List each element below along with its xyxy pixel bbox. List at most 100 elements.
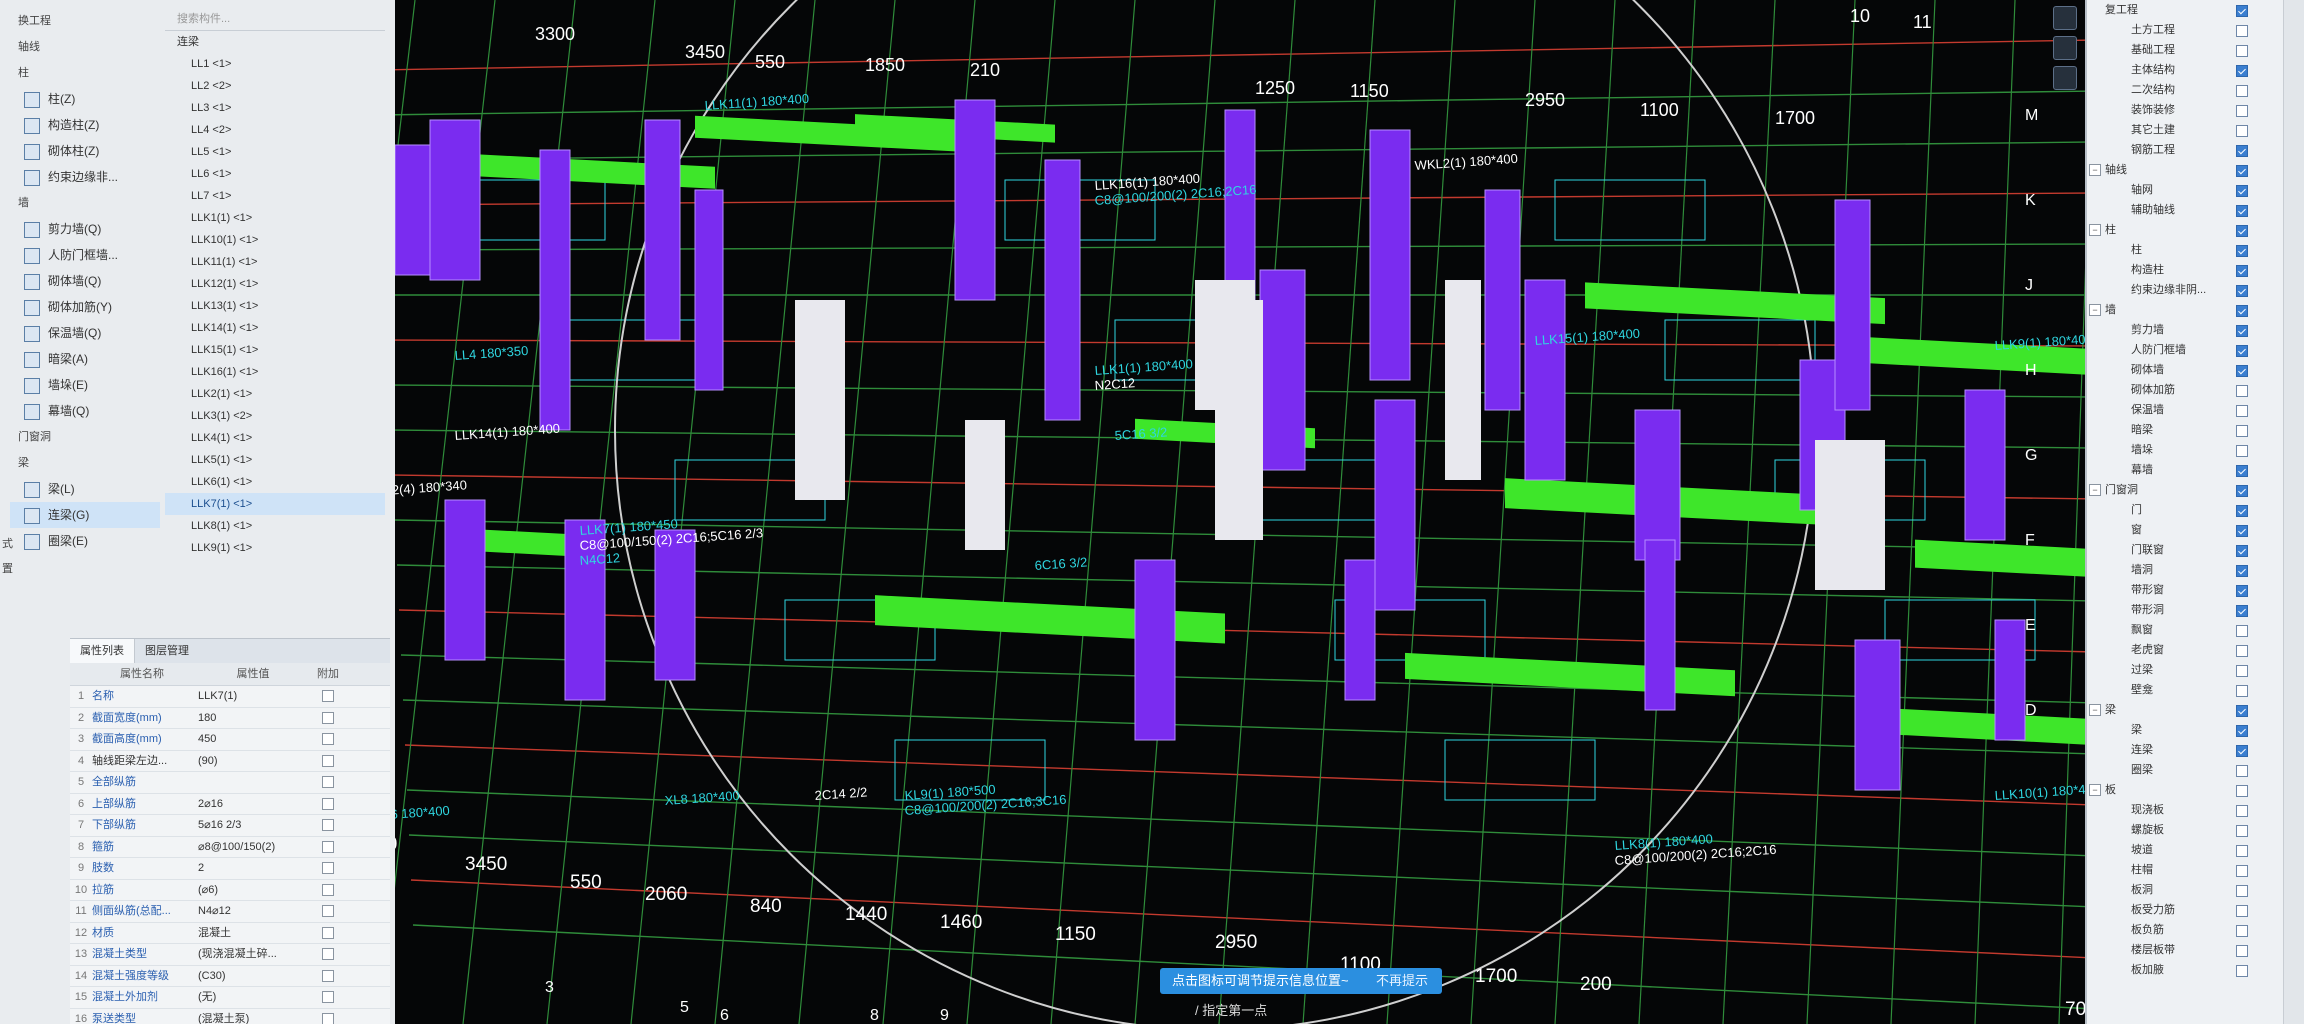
layer-visibility-checkbox[interactable] [2236, 125, 2248, 137]
layer-visibility-checkbox[interactable] [2236, 85, 2248, 97]
tree-item[interactable]: 约束边缘非... [10, 164, 160, 190]
attach-checkbox[interactable] [322, 969, 334, 982]
layer-visibility-checkbox[interactable] [2236, 5, 2248, 17]
layer-row[interactable]: 墙垛 [2087, 440, 2284, 460]
property-value[interactable]: (无) [192, 987, 308, 1008]
layer-visibility-checkbox[interactable] [2236, 25, 2248, 37]
property-value[interactable] [192, 772, 308, 793]
layer-row[interactable]: 构造柱 [2087, 260, 2284, 280]
component-item[interactable]: LL3 <1> [165, 97, 385, 119]
property-row[interactable]: 14 混凝土强度等级 (C30) [70, 966, 390, 987]
layer-visibility-checkbox[interactable] [2236, 265, 2248, 277]
tree-section[interactable]: 墙 [10, 190, 160, 216]
tree-item[interactable]: 剪力墙(Q) [10, 216, 160, 242]
tab-layer-management[interactable]: 图层管理 [135, 639, 199, 663]
layer-row[interactable]: 暗梁 [2087, 420, 2284, 440]
tree-item[interactable]: 柱(Z) [10, 86, 160, 112]
layer-visibility-checkbox[interactable] [2236, 885, 2248, 897]
layer-row[interactable]: − 梁 [2087, 700, 2284, 720]
layer-visibility-checkbox[interactable] [2236, 745, 2248, 757]
layer-visibility-checkbox[interactable] [2236, 765, 2248, 777]
layer-visibility-checkbox[interactable] [2236, 705, 2248, 717]
component-item[interactable]: LL7 <1> [165, 185, 385, 207]
tree-item[interactable]: 墙垛(E) [10, 372, 160, 398]
layer-row[interactable]: 圈梁 [2087, 760, 2284, 780]
layer-visibility-checkbox[interactable] [2236, 405, 2248, 417]
attach-checkbox[interactable] [322, 926, 334, 939]
property-value[interactable]: 2⌀16 [192, 794, 308, 815]
layer-visibility-checkbox[interactable] [2236, 845, 2248, 857]
layer-row[interactable]: − 门窗洞 [2087, 480, 2284, 500]
layer-row[interactable]: 剪力墙 [2087, 320, 2284, 340]
property-row[interactable]: 9 肢数 2 [70, 858, 390, 880]
layer-visibility-checkbox[interactable] [2236, 285, 2248, 297]
layer-visibility-checkbox[interactable] [2236, 205, 2248, 217]
attach-checkbox[interactable] [322, 840, 334, 853]
layer-row[interactable]: 坡道 [2087, 840, 2284, 860]
tree-section[interactable]: 门窗洞 [10, 424, 160, 450]
layer-visibility-checkbox[interactable] [2236, 305, 2248, 317]
layer-visibility-checkbox[interactable] [2236, 245, 2248, 257]
hint-bubble[interactable]: 点击图标可调节提示信息位置~ 不再提示 [1160, 968, 1442, 994]
layer-row[interactable]: 过梁 [2087, 660, 2284, 680]
layer-row[interactable]: 窗 [2087, 520, 2284, 540]
layer-row[interactable]: 其它土建 [2087, 120, 2284, 140]
component-item[interactable]: LLK12(1) <1> [165, 273, 385, 295]
layer-row[interactable]: 连梁 [2087, 740, 2284, 760]
layer-row[interactable]: 板受力筋 [2087, 900, 2284, 920]
layer-row[interactable]: − 墙 [2087, 300, 2284, 320]
layer-row[interactable]: 老虎窗 [2087, 640, 2284, 660]
layer-visibility-checkbox[interactable] [2236, 825, 2248, 837]
layer-visibility-checkbox[interactable] [2236, 485, 2248, 497]
component-item[interactable]: LLK7(1) <1> [165, 493, 385, 515]
component-item[interactable]: LLK4(1) <1> [165, 427, 385, 449]
layer-visibility-checkbox[interactable] [2236, 445, 2248, 457]
layer-row[interactable]: 基础工程 [2087, 40, 2284, 60]
component-item[interactable]: LLK14(1) <1> [165, 317, 385, 339]
component-item[interactable]: LLK10(1) <1> [165, 229, 385, 251]
layer-visibility-checkbox[interactable] [2236, 865, 2248, 877]
layer-visibility-checkbox[interactable] [2236, 805, 2248, 817]
layer-visibility-checkbox[interactable] [2236, 545, 2248, 557]
layer-visibility-checkbox[interactable] [2236, 665, 2248, 677]
layer-row[interactable]: 带形窗 [2087, 580, 2284, 600]
layer-row[interactable]: − 柱 [2087, 220, 2284, 240]
property-value[interactable]: ⌀8@100/150(2) [192, 837, 308, 858]
layer-visibility-checkbox[interactable] [2236, 225, 2248, 237]
layer-row[interactable]: 砌体加筋 [2087, 380, 2284, 400]
tree-item[interactable]: 砌体加筋(Y) [10, 294, 160, 320]
component-search-input[interactable]: 搜索构件... [165, 8, 385, 31]
attach-checkbox[interactable] [322, 819, 334, 832]
tree-item[interactable]: 砌体柱(Z) [10, 138, 160, 164]
property-row[interactable]: 8 箍筋 ⌀8@100/150(2) [70, 837, 390, 858]
property-row[interactable]: 2 截面宽度(mm) 180 [70, 708, 390, 729]
property-value[interactable]: 450 [192, 729, 308, 750]
cad-drawing[interactable]: 3300 3450 550 1850 210 1250 1150 2950 1100 1700 10… [395, 0, 2085, 1024]
layer-row[interactable]: 辅助轴线 [2087, 200, 2284, 220]
layer-visibility-checkbox[interactable] [2236, 605, 2248, 617]
layer-row[interactable]: 壁龛 [2087, 680, 2284, 700]
layer-visibility-checkbox[interactable] [2236, 785, 2248, 797]
tree-item[interactable]: 圈梁(E) [10, 528, 160, 554]
property-row[interactable]: 6 上部纵筋 2⌀16 [70, 794, 390, 815]
layer-row[interactable]: 保温墙 [2087, 400, 2284, 420]
collapse-icon[interactable]: − [2089, 224, 2101, 236]
property-value[interactable]: 5⌀16 2/3 [192, 815, 308, 836]
property-row[interactable]: 12 材质 混凝土 [70, 923, 390, 944]
layer-visibility-checkbox[interactable] [2236, 165, 2248, 177]
layer-visibility-checkbox[interactable] [2236, 685, 2248, 697]
component-item[interactable]: LLK6(1) <1> [165, 471, 385, 493]
layer-visibility-checkbox[interactable] [2236, 385, 2248, 397]
layer-visibility-checkbox[interactable] [2236, 465, 2248, 477]
attach-checkbox[interactable] [322, 991, 334, 1004]
component-item[interactable]: LL5 <1> [165, 141, 385, 163]
property-value[interactable]: (混凝土泵) [192, 1009, 308, 1024]
layer-visibility-checkbox[interactable] [2236, 65, 2248, 77]
layer-row[interactable]: 带形洞 [2087, 600, 2284, 620]
component-item[interactable]: LL2 <2> [165, 75, 385, 97]
layer-row[interactable]: − 板 [2087, 780, 2284, 800]
layer-visibility-checkbox[interactable] [2236, 105, 2248, 117]
property-row[interactable]: 5 全部纵筋 [70, 772, 390, 794]
layer-row[interactable]: 约束边缘非阴... [2087, 280, 2284, 300]
component-item[interactable]: LLK5(1) <1> [165, 449, 385, 471]
